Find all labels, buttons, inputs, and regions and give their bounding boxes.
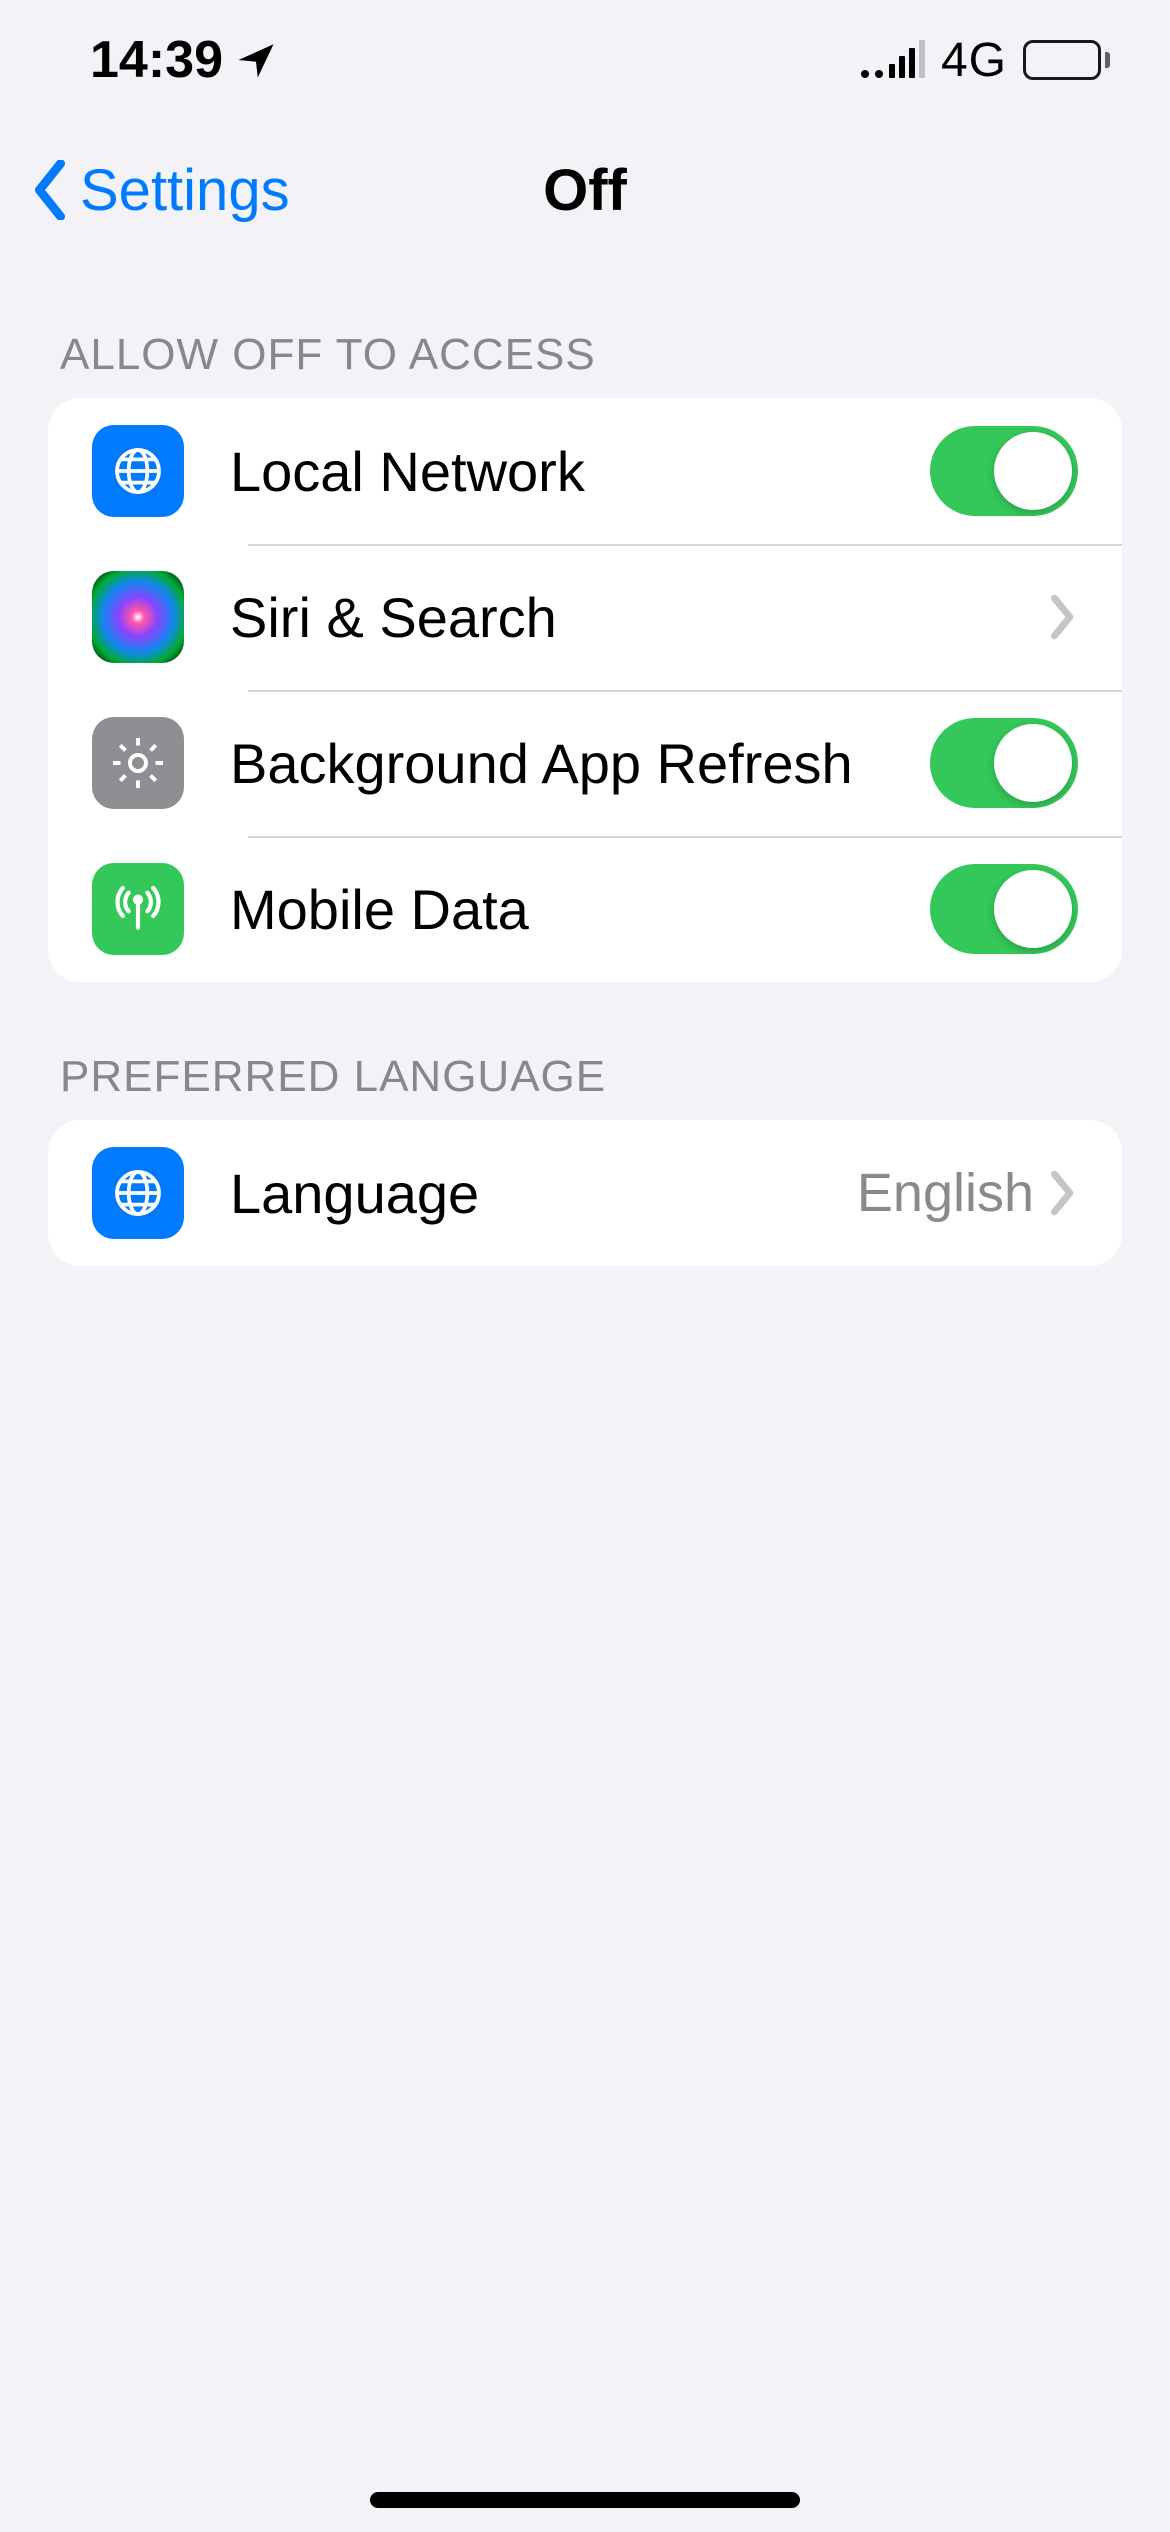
network-type-label: 4G bbox=[941, 33, 1007, 88]
chevron-right-icon bbox=[1048, 1169, 1078, 1217]
cellular-signal-icon bbox=[861, 42, 925, 78]
section-access: ALLOW OFF TO ACCESS Local Network Siri &… bbox=[0, 330, 1170, 982]
section-header-access: ALLOW OFF TO ACCESS bbox=[0, 330, 1170, 398]
section-language: PREFERRED LANGUAGE Language English bbox=[0, 1052, 1170, 1266]
row-local-network[interactable]: Local Network bbox=[48, 398, 1122, 544]
globe-icon bbox=[92, 425, 184, 517]
battery-icon bbox=[1023, 40, 1110, 80]
row-mobile-data[interactable]: Mobile Data bbox=[48, 836, 1122, 982]
toggle-local-network[interactable] bbox=[930, 426, 1078, 516]
row-bg-refresh[interactable]: Background App Refresh bbox=[48, 690, 1122, 836]
status-time: 14:39 bbox=[90, 30, 223, 90]
toggle-mobile-data[interactable] bbox=[930, 864, 1078, 954]
back-button[interactable]: Settings bbox=[30, 157, 290, 224]
status-right: 4G bbox=[861, 33, 1110, 88]
siri-icon bbox=[92, 571, 184, 663]
page-title: Off bbox=[543, 157, 627, 224]
group-access: Local Network Siri & Search Background A… bbox=[48, 398, 1122, 982]
nav-bar: Settings Off bbox=[0, 120, 1170, 260]
row-label-bg-refresh: Background App Refresh bbox=[230, 731, 930, 796]
antenna-icon bbox=[92, 863, 184, 955]
chevron-left-icon bbox=[30, 160, 70, 220]
language-globe-icon bbox=[92, 1147, 184, 1239]
status-left: 14:39 bbox=[90, 30, 277, 90]
toggle-bg-refresh[interactable] bbox=[930, 718, 1078, 808]
gear-icon bbox=[92, 717, 184, 809]
back-button-label: Settings bbox=[80, 157, 290, 224]
row-siri-search[interactable]: Siri & Search bbox=[48, 544, 1122, 690]
chevron-right-icon bbox=[1048, 593, 1078, 641]
status-bar: 14:39 4G bbox=[0, 0, 1170, 120]
section-header-language: PREFERRED LANGUAGE bbox=[0, 1052, 1170, 1120]
row-label-siri-search: Siri & Search bbox=[230, 585, 1048, 650]
row-value-language: English bbox=[857, 1162, 1034, 1224]
row-label-mobile-data: Mobile Data bbox=[230, 877, 930, 942]
row-label-language: Language bbox=[230, 1161, 857, 1226]
group-language: Language English bbox=[48, 1120, 1122, 1266]
home-indicator[interactable] bbox=[370, 2492, 800, 2508]
row-language[interactable]: Language English bbox=[48, 1120, 1122, 1266]
row-label-local-network: Local Network bbox=[230, 439, 930, 504]
location-arrow-icon bbox=[235, 39, 277, 81]
